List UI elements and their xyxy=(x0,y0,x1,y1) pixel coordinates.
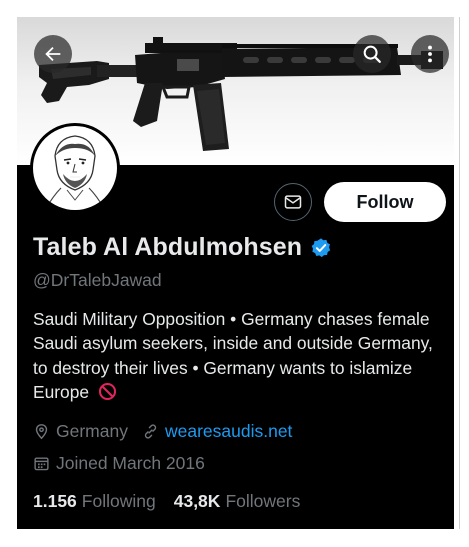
profile-website-link[interactable]: wearesaudis.net xyxy=(165,421,292,442)
avatar-image xyxy=(33,126,117,210)
profile-avatar[interactable] xyxy=(30,123,120,213)
joined-row: Joined March 2016 xyxy=(33,453,205,474)
arrow-left-icon xyxy=(45,46,61,62)
search-icon xyxy=(363,45,381,63)
profile-joined-date: Joined March 2016 xyxy=(56,453,205,473)
page-edge-line xyxy=(459,17,460,529)
follow-stats: 1.156 Following 43,8K Followers xyxy=(33,491,300,512)
back-button[interactable] xyxy=(34,35,72,73)
envelope-icon xyxy=(284,195,302,209)
calendar-icon xyxy=(34,457,49,471)
no-entry-icon xyxy=(98,382,117,407)
message-button[interactable] xyxy=(274,183,312,221)
followers-label: Followers xyxy=(225,491,301,511)
followers-count: 43,8K xyxy=(173,491,221,511)
following-count: 1.156 xyxy=(33,491,77,511)
display-name: Taleb Al Abdulmohsen xyxy=(33,233,303,261)
link-icon xyxy=(144,424,157,439)
more-options-button[interactable] xyxy=(411,35,449,73)
following-label: Following xyxy=(81,491,156,511)
location-website-row: Germany wearesaudis.net xyxy=(33,421,292,442)
more-vertical-icon xyxy=(428,45,432,63)
follow-button[interactable]: Follow xyxy=(324,182,446,222)
profile-location: Germany xyxy=(56,421,128,441)
name-row: Taleb Al Abdulmohsen xyxy=(33,233,332,262)
following-stat[interactable]: 1.156 Following xyxy=(33,491,156,512)
search-button[interactable] xyxy=(353,35,391,73)
profile-bio: Saudi Military Opposition • Germany chas… xyxy=(33,307,448,408)
profile-handle: @DrTalebJawad xyxy=(33,270,162,290)
followers-stat[interactable]: 43,8K Followers xyxy=(174,491,301,512)
verified-badge-icon[interactable] xyxy=(310,237,332,259)
location-pin-icon xyxy=(35,424,48,440)
profile-screen: Follow Taleb Al Abdulmohsen @DrTalebJawa… xyxy=(17,17,454,529)
bio-text: Saudi Military Opposition • Germany chas… xyxy=(33,309,433,403)
